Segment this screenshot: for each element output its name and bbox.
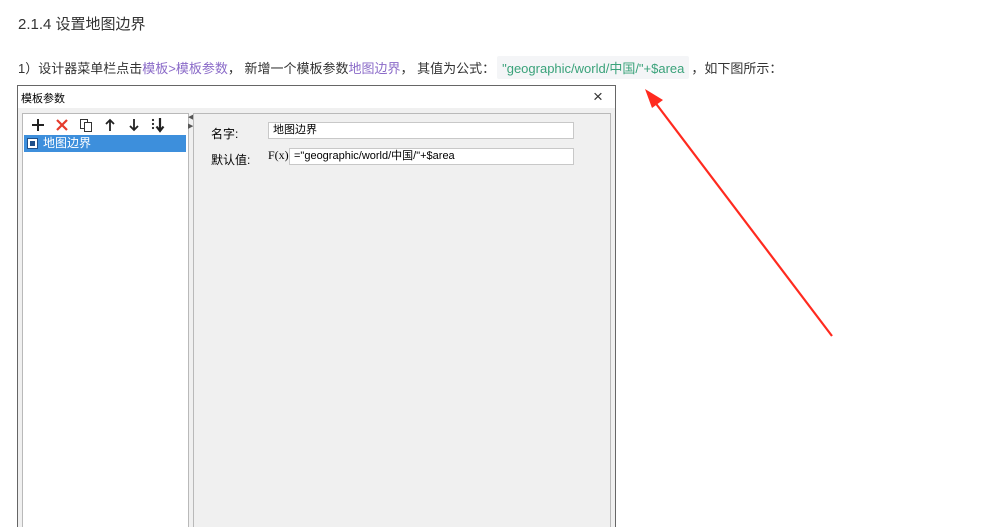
annotation-arrow [645,89,833,337]
